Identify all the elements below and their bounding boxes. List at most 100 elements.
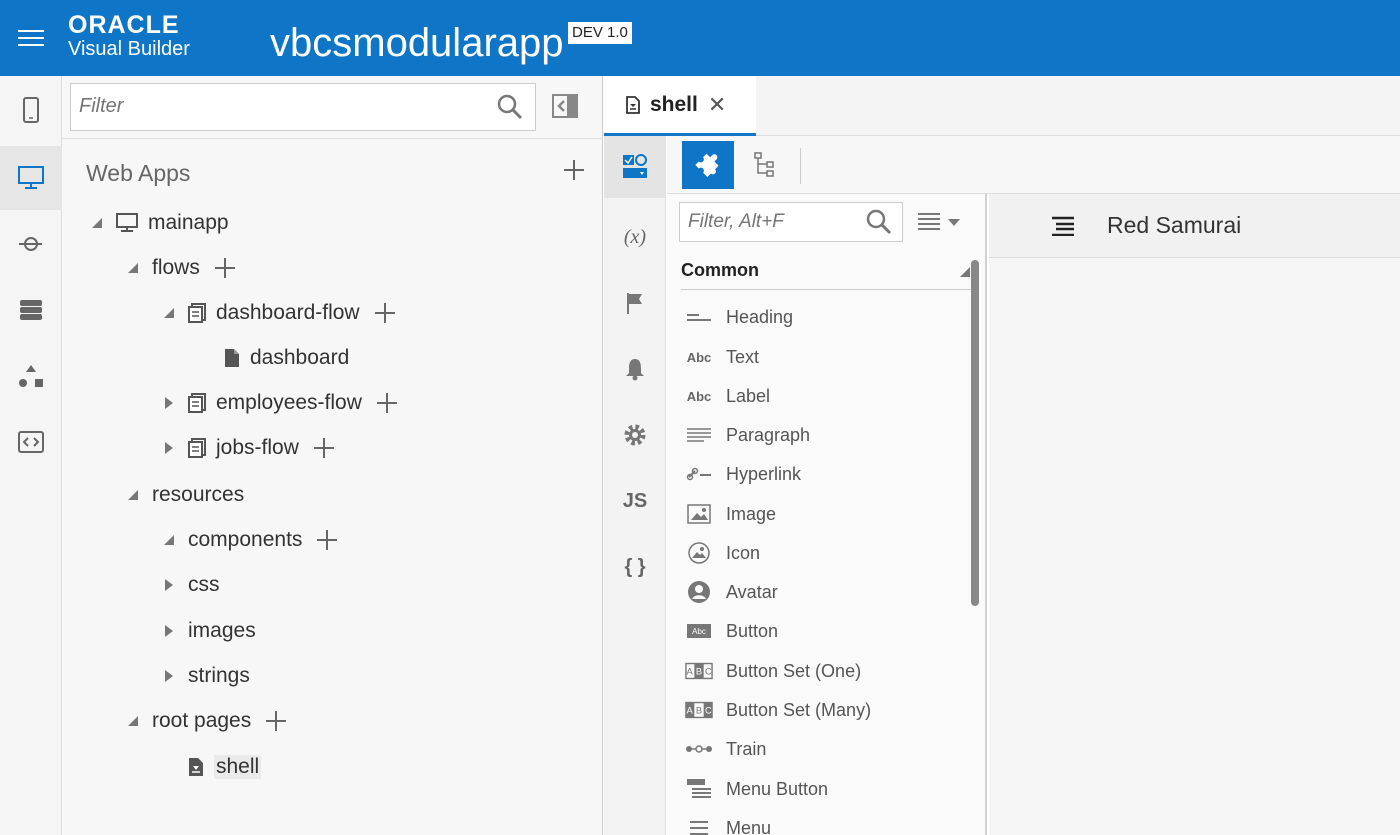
tree-label: components [188, 528, 303, 551]
collapsed-triangle-icon[interactable] [162, 578, 176, 592]
app-header: ORACLE Visual Builder vbcsmodularapp DEV… [0, 0, 1400, 76]
version-badge[interactable]: DEV 1.0 [568, 22, 632, 44]
palette-item-button[interactable]: Abc Button [685, 616, 778, 646]
palette-item-avatar[interactable]: Avatar [685, 577, 778, 607]
components-palette-button[interactable] [682, 141, 734, 189]
navigator-filter-input[interactable] [79, 84, 479, 128]
processes-tab[interactable] [0, 344, 62, 408]
business-objects-tab[interactable] [0, 278, 62, 342]
components-tab[interactable] [604, 136, 666, 198]
svg-text:C: C [705, 667, 712, 677]
add-web-app-button[interactable] [562, 158, 586, 187]
palette-view-menu[interactable] [917, 212, 961, 232]
chevron-down-icon [948, 219, 960, 226]
palette-item-label[interactable]: Abc Label [685, 381, 770, 411]
add-page-button[interactable] [313, 437, 335, 459]
settings-tab[interactable] [604, 404, 666, 466]
search-icon[interactable] [497, 94, 523, 120]
json-tab[interactable]: { } [604, 536, 666, 598]
tree-node-dashboard-flow[interactable]: dashboard-flow [162, 298, 396, 328]
monitor-icon [18, 166, 44, 189]
palette-item-paragraph[interactable]: Paragraph [685, 420, 810, 450]
tree-node-shell[interactable]: shell [188, 752, 262, 782]
expanded-triangle-icon[interactable] [162, 533, 176, 547]
add-root-page-button[interactable] [265, 710, 287, 732]
app-header-preview[interactable]: Red Samurai [989, 194, 1400, 258]
palette-item-image[interactable]: Image [685, 499, 776, 529]
mobile-icon [23, 97, 39, 123]
tree-node-mainapp[interactable]: mainapp [90, 208, 229, 238]
svg-text:A: A [687, 706, 694, 716]
palette-item-hyperlink[interactable]: Hyperlink [685, 459, 801, 489]
palette-section-common[interactable]: Common [681, 260, 971, 290]
train-icon [685, 736, 713, 762]
monitor-icon [116, 213, 138, 233]
notifications-tab[interactable] [604, 338, 666, 400]
search-icon[interactable] [866, 209, 892, 235]
add-component-button[interactable] [316, 529, 338, 551]
variables-tab[interactable]: (x) [604, 206, 666, 268]
database-icon [20, 300, 42, 320]
source-view-tab[interactable] [0, 410, 62, 474]
palette-scrollbar[interactable] [971, 260, 979, 606]
palette-item-heading[interactable]: Heading [685, 302, 793, 332]
item-label: Button Set (One) [726, 660, 862, 681]
tree-node-css[interactable]: css [162, 570, 220, 600]
menu-button-icon [685, 776, 713, 802]
item-label: Text [726, 346, 760, 367]
tree-node-dashboard[interactable]: dashboard [224, 343, 349, 373]
palette-filter[interactable] [679, 202, 903, 242]
service-connections-tab[interactable] [0, 212, 62, 276]
events-tab[interactable] [604, 272, 666, 334]
svg-text:Abc: Abc [692, 627, 706, 636]
expanded-triangle-icon[interactable] [126, 261, 140, 275]
tree-node-strings[interactable]: strings [162, 661, 250, 691]
expanded-triangle-icon[interactable] [126, 488, 140, 502]
javascript-tab[interactable]: JS [604, 470, 666, 532]
expanded-triangle-icon[interactable] [90, 216, 104, 230]
icon-icon [685, 540, 713, 566]
menu-icon[interactable] [1051, 216, 1075, 236]
tree-node-root-pages[interactable]: root pages [126, 706, 287, 736]
close-icon[interactable]: ✕ [708, 92, 726, 118]
design-canvas[interactable]: Red Samurai [989, 194, 1400, 835]
palette-item-menu-button[interactable]: Menu Button [685, 774, 828, 804]
add-page-button[interactable] [374, 302, 396, 324]
add-page-button[interactable] [376, 392, 398, 414]
button-set-one-icon: ABC [685, 658, 713, 684]
brand-oracle: ORACLE [68, 11, 180, 39]
palette-item-text[interactable]: Abc Text [685, 342, 759, 372]
tree-node-employees-flow[interactable]: employees-flow [162, 388, 398, 418]
collapse-triangle-icon[interactable] [959, 266, 971, 278]
palette-item-icon[interactable]: Icon [685, 538, 760, 568]
tree-node-flows[interactable]: flows [126, 253, 236, 283]
navigator-filter[interactable] [70, 83, 536, 131]
palette-item-train[interactable]: Train [685, 734, 766, 764]
item-label: Hyperlink [726, 463, 802, 484]
palette-item-menu[interactable]: Menu [685, 813, 771, 835]
web-apps-tab[interactable] [0, 146, 62, 210]
collapsed-triangle-icon[interactable] [162, 669, 176, 683]
tree-node-images[interactable]: images [162, 616, 256, 646]
collapsed-triangle-icon[interactable] [162, 624, 176, 638]
toolbar-separator [800, 148, 801, 184]
item-label: Paragraph [726, 424, 811, 445]
collapse-panel-button[interactable] [552, 94, 578, 123]
tree-node-jobs-flow[interactable]: jobs-flow [162, 433, 335, 463]
collapsed-triangle-icon[interactable] [162, 441, 176, 455]
palette-item-button-set-one[interactable]: ABC Button Set (One) [685, 656, 861, 686]
tab-shell[interactable]: shell ✕ [604, 76, 756, 136]
structure-view-button[interactable] [739, 141, 791, 189]
tree-node-components[interactable]: components [162, 525, 338, 555]
svg-text:B: B [696, 706, 702, 716]
hamburger-menu-icon[interactable] [18, 30, 44, 48]
expanded-triangle-icon[interactable] [126, 714, 140, 728]
palette-item-button-set-many[interactable]: ABC Button Set (Many) [685, 695, 871, 725]
tree-node-resources[interactable]: resources [126, 480, 244, 510]
shell-page-icon [188, 757, 204, 777]
add-flow-button[interactable] [214, 257, 236, 279]
mobile-apps-tab[interactable] [0, 78, 62, 142]
collapsed-triangle-icon[interactable] [162, 396, 176, 410]
palette-filter-input[interactable] [688, 203, 858, 241]
expanded-triangle-icon[interactable] [162, 306, 176, 320]
